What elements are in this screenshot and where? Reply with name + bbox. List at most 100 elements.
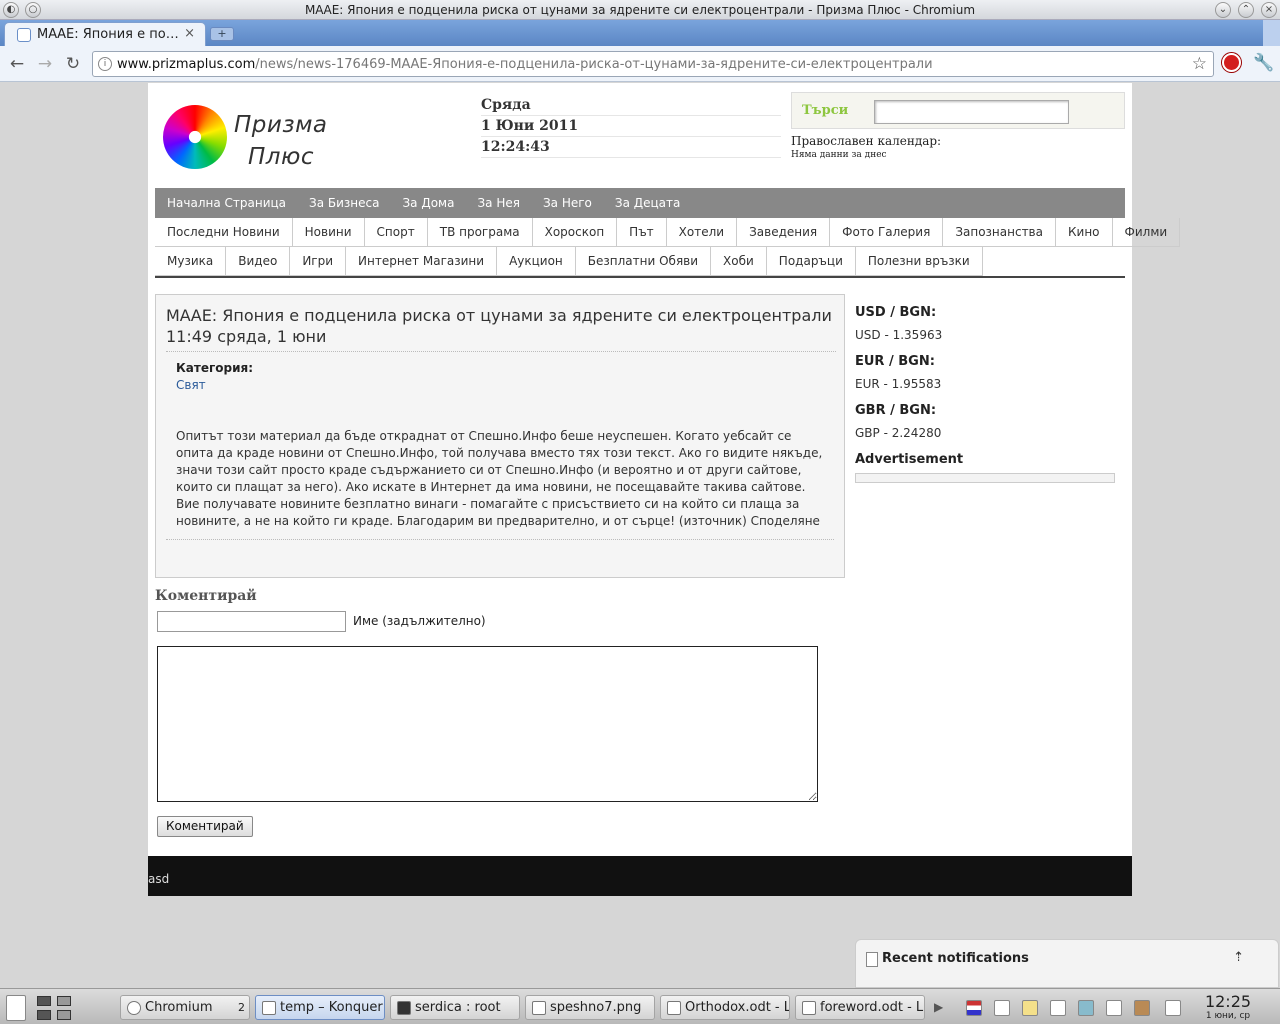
nav-item[interactable]: Игри <box>290 247 347 276</box>
notifications-panel[interactable]: Recent notifications ⇡ <box>855 939 1279 988</box>
task-konqueror[interactable]: temp – Konquer <box>255 995 385 1020</box>
nav-main-item[interactable]: За Него <box>531 188 603 218</box>
klipper-icon[interactable] <box>994 1000 1010 1016</box>
new-tab-button[interactable]: + <box>210 27 234 41</box>
nav-main-item[interactable]: За Бизнеса <box>297 188 390 218</box>
nav-item[interactable]: Интернет Магазини <box>346 247 498 276</box>
comment-heading: Коментирай <box>155 588 257 604</box>
search-label: Търси <box>802 103 849 118</box>
advertisement-heading: Advertisement <box>855 452 964 467</box>
document-icon <box>667 1001 681 1015</box>
minimize-icon[interactable]: ⌄ <box>1215 2 1231 18</box>
page-info-icon[interactable]: i <box>98 57 112 71</box>
search-input[interactable] <box>874 100 1069 124</box>
task-label: serdica : root <box>415 1000 501 1015</box>
expand-notifications-icon[interactable]: ⇡ <box>1233 950 1244 965</box>
submit-comment-button[interactable]: Коментирай <box>157 816 253 837</box>
window-titlebar: ◐ ○ МААЕ: Япония е подценила риска от цу… <box>0 0 1280 20</box>
secondary-nav-row-2: Музика Видео Игри Интернет Магазини Аукцион Б… <box>155 247 1125 276</box>
nav-item[interactable]: Запознанства <box>943 218 1056 247</box>
logo-line1: Призма <box>234 112 328 138</box>
task-terminal[interactable]: serdica : root <box>390 995 520 1020</box>
desktop-pager-4[interactable] <box>57 1010 71 1020</box>
nav-item[interactable]: Заведения <box>737 218 831 247</box>
tasks-scroll-icon[interactable]: ▶ <box>934 1000 943 1014</box>
clock-date[interactable]: 1 юни, ср <box>1200 1011 1256 1021</box>
nav-item[interactable]: Кино <box>1056 218 1113 247</box>
nav-item[interactable]: Хоби <box>711 247 767 276</box>
nav-item[interactable]: Безплатни Обяви <box>575 247 712 276</box>
nav-item[interactable]: Хороскоп <box>532 218 618 247</box>
document-icon <box>802 1001 816 1015</box>
nav-main-item[interactable]: За Дома <box>390 188 465 218</box>
task-orthodox-doc[interactable]: Orthodox.odt - L <box>660 995 790 1020</box>
secondary-nav-row-1: Последни Новини Новини Спорт ТВ програма Хор… <box>155 218 1181 247</box>
nav-item[interactable]: Фото Галерия <box>830 218 944 247</box>
nav-item[interactable]: Хотели <box>666 218 738 247</box>
notes-tray-icon[interactable] <box>1050 1000 1066 1016</box>
clock-time[interactable]: 12:25 <box>1200 992 1256 1011</box>
name-input[interactable] <box>157 611 346 632</box>
reload-icon[interactable]: ↻ <box>62 54 84 74</box>
nav-item[interactable]: Полезни връзки <box>855 247 983 276</box>
close-window-icon[interactable]: × <box>1261 2 1277 18</box>
notification-icon <box>866 952 878 967</box>
package-tray-icon[interactable] <box>1134 1000 1150 1016</box>
task-foreword-doc[interactable]: foreword.odt - L <box>795 995 925 1020</box>
nav-item[interactable]: Музика <box>155 247 227 276</box>
application-launcher-icon[interactable] <box>6 995 26 1021</box>
bookmark-star-icon[interactable]: ☆ <box>1192 54 1207 74</box>
article-box: МААЕ: Япония е подценила риска от цунами… <box>155 294 845 578</box>
nav-item[interactable]: Видео <box>226 247 291 276</box>
folder-icon <box>262 1001 276 1015</box>
footer-text: asd <box>148 872 170 886</box>
task-label: foreword.odt - L <box>820 1000 924 1015</box>
back-icon[interactable]: ← <box>6 54 28 74</box>
comment-textarea[interactable] <box>157 646 818 802</box>
logo-line2: Плюс <box>248 144 315 170</box>
document-tray-icon[interactable] <box>1106 1000 1122 1016</box>
nav-item[interactable]: Филми <box>1112 218 1181 247</box>
network-tray-icon[interactable] <box>1078 1000 1094 1016</box>
task-chromium[interactable]: Chromium 2 <box>120 995 250 1020</box>
site-logo-text[interactable]: Призма Плюс <box>234 109 328 173</box>
nav-main-item[interactable]: За Нея <box>465 188 531 218</box>
nav-item[interactable]: Подаръци <box>766 247 856 276</box>
article-title: МААЕ: Япония е подценила риска от цунами… <box>166 305 836 352</box>
eur-rate: EUR - 1.95583 <box>855 377 942 391</box>
nav-main-item[interactable]: Начална Страница <box>155 188 297 218</box>
time: 12:24:43 <box>481 137 781 158</box>
gbp-rate: GBP - 2.24280 <box>855 426 942 440</box>
adblock-icon[interactable] <box>1222 53 1241 72</box>
nav-main-item[interactable]: За Децата <box>603 188 691 218</box>
desktop-pager-3[interactable] <box>37 1010 51 1020</box>
category-label: Категория: <box>176 361 254 375</box>
nav-item[interactable]: Спорт <box>364 218 428 247</box>
address-bar[interactable]: i www.prizmaplus.com/news/news-176469-МА… <box>92 51 1214 77</box>
wrench-menu-icon[interactable]: 🔧 <box>1253 53 1274 73</box>
nav-item[interactable]: Път <box>617 218 667 247</box>
weekday: Сряда <box>481 95 781 116</box>
notifications-tray-icon[interactable] <box>1165 1000 1181 1016</box>
logo-color-wheel-icon[interactable] <box>163 105 227 169</box>
maximize-icon[interactable]: ⌃ <box>1238 2 1254 18</box>
nav-item[interactable]: Последни Новини <box>155 218 293 247</box>
nav-item[interactable]: Аукцион <box>497 247 576 276</box>
desktop-pager-1[interactable] <box>37 996 51 1006</box>
nav-item[interactable]: Новини <box>292 218 365 247</box>
article-body: Опитът този материал да бъде откраднат о… <box>176 429 823 528</box>
keyboard-layout-icon[interactable] <box>966 1000 982 1016</box>
task-image[interactable]: speshno7.png <box>525 995 655 1020</box>
browser-tab[interactable]: МААЕ: Япония е по… × <box>4 22 206 46</box>
favicon-icon <box>17 28 31 42</box>
category-link[interactable]: Свят <box>176 378 206 392</box>
gbr-heading: GBR / BGN: <box>855 403 937 418</box>
folder-tray-icon[interactable] <box>1022 1000 1038 1016</box>
forward-icon[interactable]: → <box>34 54 56 74</box>
close-tab-icon[interactable]: × <box>184 26 195 41</box>
main-nav: Начална Страница За Бизнеса За Дома За Нея З… <box>155 188 1125 218</box>
nav-item[interactable]: ТВ програма <box>427 218 533 247</box>
article-divider <box>166 539 834 540</box>
desktop-pager-2[interactable] <box>57 996 71 1006</box>
eur-heading: EUR / BGN: <box>855 354 935 369</box>
